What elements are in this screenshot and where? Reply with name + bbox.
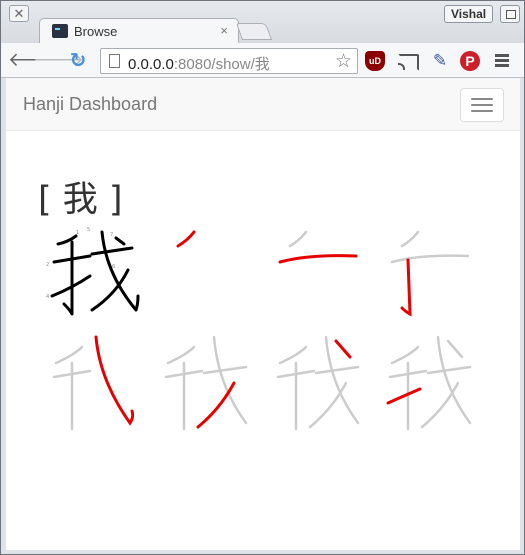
page-icon — [109, 54, 120, 68]
stroke-order-grid: 1 5 7 2 6 4 — [46, 218, 486, 448]
profile-button[interactable]: Vishal — [444, 5, 494, 23]
back-arrow-icon[interactable]: 🡐 — [8, 50, 59, 72]
color-picker-icon[interactable]: ✎ — [430, 51, 450, 71]
stroke-number-2: 2 — [46, 262, 49, 268]
cast-icon[interactable] — [397, 51, 419, 71]
forward-arrow-icon[interactable]: 🡒 — [33, 50, 84, 72]
pinterest-icon[interactable]: P — [460, 51, 480, 71]
stroke-step-6 — [270, 333, 370, 433]
tab-close-icon[interactable]: × — [220, 23, 228, 38]
url-text: 0.0.0.0:8080/show/我 — [128, 53, 270, 74]
stroke-step-5 — [158, 333, 258, 433]
tab-strip: ✕ Browse × Vishal — [1, 1, 524, 44]
stroke-step-4 — [46, 333, 146, 433]
stroke-number-4: 4 — [46, 294, 49, 300]
reload-icon[interactable]: ↻ — [67, 50, 89, 72]
stroke-step-7 — [382, 333, 482, 433]
window-close-button[interactable]: ✕ — [9, 5, 29, 22]
terminal-favicon-icon — [52, 24, 68, 38]
stroke-number-6: 6 — [112, 264, 115, 270]
stroke-number-5: 5 — [87, 227, 90, 233]
page-title: [ 我 ] — [38, 180, 123, 220]
stroke-step-2 — [270, 218, 370, 318]
chrome-menu-icon[interactable] — [495, 54, 509, 68]
navbar-toggle-button[interactable] — [460, 88, 504, 122]
stroke-number-7: 7 — [110, 232, 113, 238]
browser-window: ✕ Browse × Vishal 🡐 🡒 ↻ 0.0.0.0:8080/sho… — [0, 0, 525, 555]
page-viewport: Hanji Dashboard [ 我 ] 1 5 7 2 6 4 — [6, 78, 520, 550]
address-bar[interactable]: 0.0.0.0:8080/show/我 ☆ — [100, 48, 358, 74]
navbar: Hanji Dashboard — [6, 78, 520, 131]
window-restore-button[interactable] — [500, 5, 520, 23]
tab-browse[interactable]: Browse × — [39, 18, 239, 44]
tab-title: Browse — [74, 24, 118, 39]
brand-link[interactable]: Hanji Dashboard — [23, 94, 157, 115]
ublock-extension-icon[interactable]: uD — [365, 51, 385, 71]
url-path: :8080/show/我 — [173, 56, 270, 73]
new-tab-button[interactable] — [235, 23, 273, 40]
bookmark-star-icon[interactable]: ☆ — [335, 50, 352, 73]
stroke-step-3 — [382, 218, 482, 318]
stroke-number-1: 1 — [76, 230, 79, 236]
stroke-step-1 — [158, 218, 258, 318]
browser-toolbar: 🡐 🡒 ↻ 0.0.0.0:8080/show/我 ☆ uD ✎ P — [1, 43, 524, 78]
full-character-diagram: 1 5 7 2 6 4 — [46, 218, 146, 318]
url-host: 0.0.0.0 — [128, 56, 174, 73]
